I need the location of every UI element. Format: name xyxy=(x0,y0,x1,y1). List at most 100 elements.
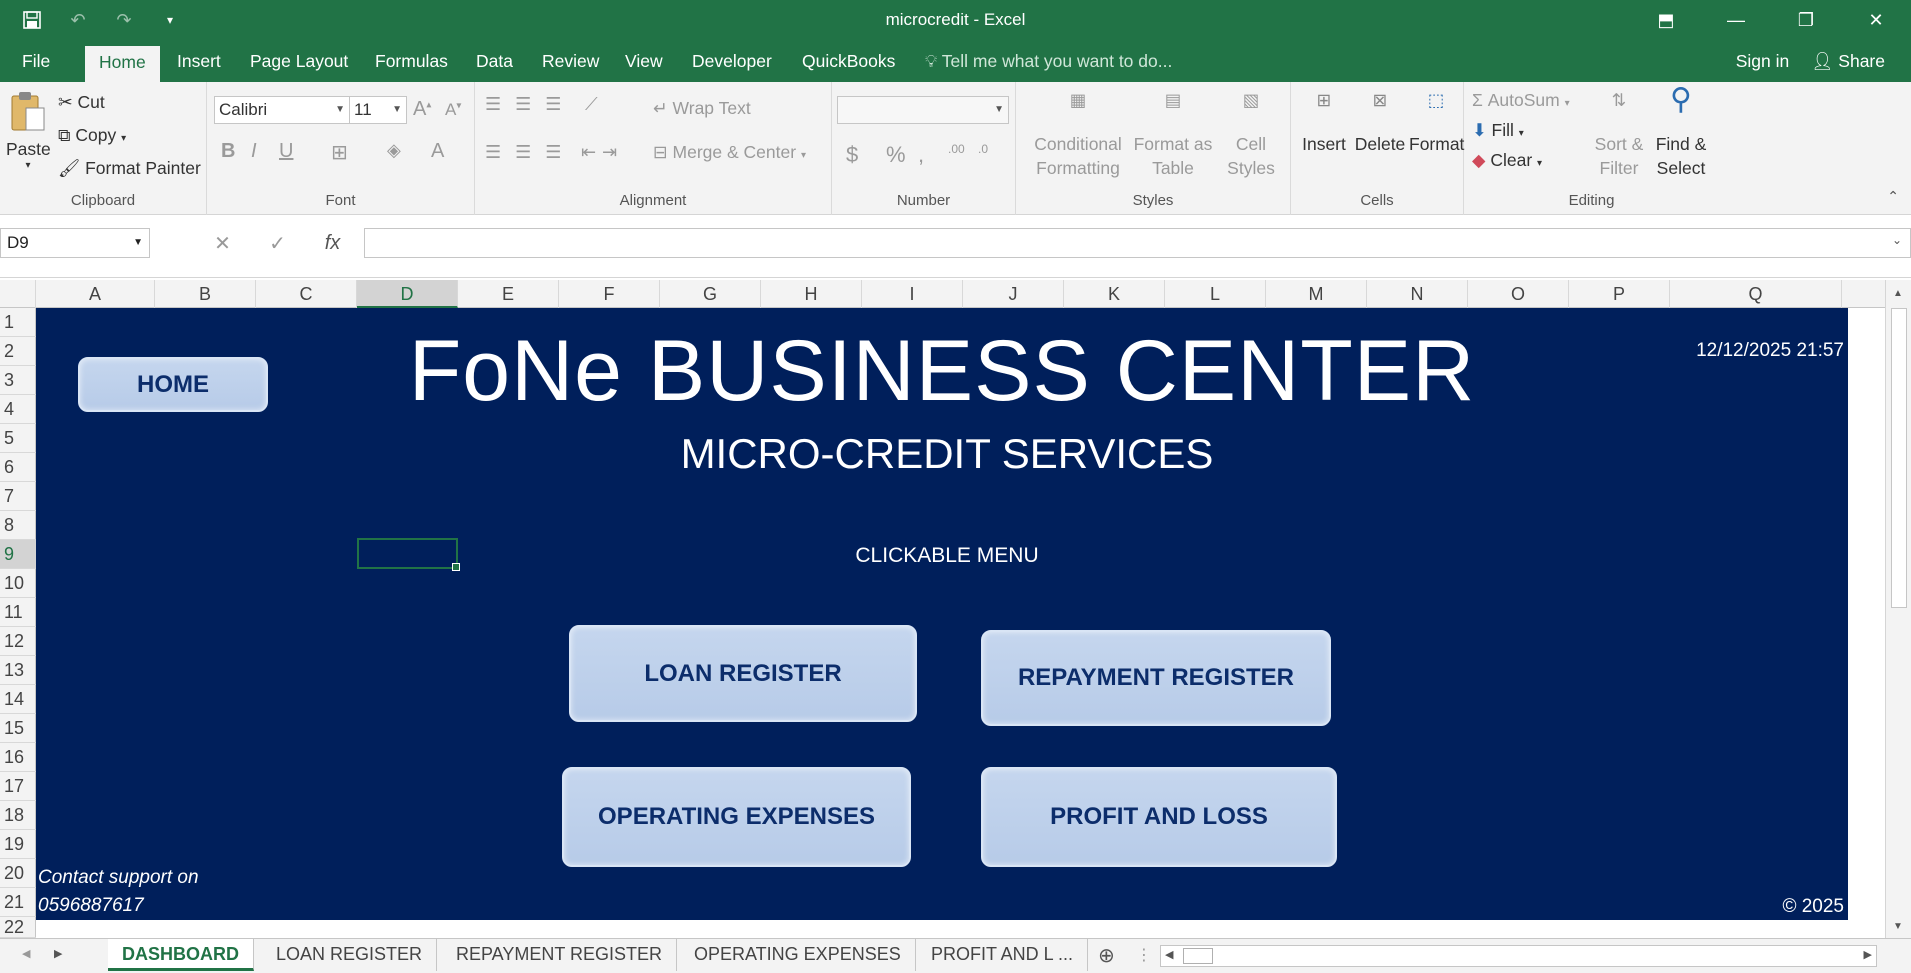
column-header[interactable]: A xyxy=(36,280,155,308)
share-button[interactable]: 👤︎ Share xyxy=(1811,41,1885,82)
fill-button[interactable]: ⬇ Fill ▾ xyxy=(1472,120,1524,141)
tab-scroll-right-icon[interactable]: ▶ xyxy=(54,947,62,960)
column-header[interactable]: H xyxy=(761,280,862,308)
minimize-icon[interactable]: — xyxy=(1701,0,1771,41)
home-button[interactable]: HOME xyxy=(78,357,268,412)
clear-button[interactable]: ◆ Clear ▾ xyxy=(1472,150,1542,171)
select-all-corner[interactable] xyxy=(0,280,36,308)
tab-developer[interactable]: Developer xyxy=(692,41,772,82)
vertical-scrollbar[interactable]: ▲ ▼ xyxy=(1885,280,1911,938)
column-header[interactable]: D xyxy=(357,280,458,308)
column-header[interactable]: F xyxy=(559,280,660,308)
horizontal-scrollbar[interactable]: ◀ ▶ xyxy=(1160,945,1877,967)
sheet-tab-loan-register[interactable]: LOAN REGISTER xyxy=(262,939,438,971)
sheet-tab-repayment-register[interactable]: REPAYMENT REGISTER xyxy=(442,939,678,971)
row-header[interactable]: 1 xyxy=(0,308,36,337)
percent-icon[interactable]: % xyxy=(886,142,906,168)
column-header[interactable]: E xyxy=(458,280,559,308)
restore-icon[interactable]: ❐ xyxy=(1771,0,1841,41)
row-header[interactable]: 16 xyxy=(0,743,36,772)
tab-insert[interactable]: Insert xyxy=(177,41,221,82)
expand-formula-icon[interactable]: ⌄ xyxy=(1892,233,1902,247)
enter-icon[interactable]: ✓ xyxy=(250,231,305,256)
paste-button[interactable]: Paste ▾ xyxy=(6,90,51,171)
increase-font-icon[interactable]: A▴ xyxy=(413,98,431,121)
cell-styles-button[interactable]: ▧ Cell Styles xyxy=(1220,88,1282,180)
row-header[interactable]: 7 xyxy=(0,482,36,511)
row-header[interactable]: 2 xyxy=(0,337,36,366)
italic-icon[interactable]: I xyxy=(251,140,257,163)
tab-quickbooks[interactable]: QuickBooks xyxy=(802,41,895,82)
borders-icon[interactable]: ⊞ xyxy=(331,140,348,165)
vertical-align-icons[interactable]: ☰☰☰ xyxy=(485,94,575,115)
tab-file[interactable]: File xyxy=(22,41,50,82)
row-header[interactable]: 6 xyxy=(0,453,36,482)
format-painter-button[interactable]: 🖌︎ Format Painter xyxy=(58,158,201,179)
underline-icon[interactable]: U xyxy=(279,140,293,163)
row-header[interactable]: 19 xyxy=(0,830,36,859)
sort-filter-button[interactable]: ⇅ Sort & Filter xyxy=(1594,88,1644,180)
horizontal-scroll-thumb[interactable] xyxy=(1183,948,1213,964)
conditional-formatting-button[interactable]: ▦ Conditional Formatting xyxy=(1028,88,1128,180)
row-header[interactable]: 10 xyxy=(0,569,36,598)
row-header[interactable]: 20 xyxy=(0,859,36,888)
tab-home[interactable]: Home xyxy=(85,46,160,82)
column-header[interactable]: I xyxy=(862,280,963,308)
tell-me-search[interactable]: 💡︎ Tell me what you want to do... xyxy=(925,41,1172,82)
column-header[interactable]: P xyxy=(1569,280,1670,308)
tab-page-layout[interactable]: Page Layout xyxy=(250,41,348,82)
collapse-ribbon-icon[interactable]: ⌃ xyxy=(1887,188,1899,205)
font-color-icon[interactable]: A xyxy=(431,140,444,163)
row-header[interactable]: 8 xyxy=(0,511,36,540)
tab-data[interactable]: Data xyxy=(476,41,513,82)
wrap-text-button[interactable]: ↵ Wrap Text xyxy=(653,98,751,119)
insert-cells-button[interactable]: ⊞ Insert xyxy=(1297,88,1351,156)
increase-decimal-icon[interactable]: .00 xyxy=(948,142,965,156)
column-header[interactable]: G xyxy=(660,280,761,308)
sheet-tab-operating-expenses[interactable]: OPERATING EXPENSES xyxy=(680,939,916,971)
close-icon[interactable]: ✕ xyxy=(1841,0,1911,41)
sheet-tab-profit-loss[interactable]: PROFIT AND L ... xyxy=(917,939,1089,971)
loan-register-button[interactable]: LOAN REGISTER xyxy=(569,625,917,722)
row-header[interactable]: 3 xyxy=(0,366,36,395)
scroll-left-icon[interactable]: ◀ xyxy=(1165,948,1173,961)
sign-in-link[interactable]: Sign in xyxy=(1736,41,1790,82)
currency-icon[interactable]: $ xyxy=(846,142,858,168)
indent-icons[interactable]: ⇤⇥ xyxy=(581,142,623,163)
vertical-scroll-thumb[interactable] xyxy=(1891,308,1907,608)
horizontal-align-icons[interactable]: ☰☰☰ xyxy=(485,142,575,163)
row-header[interactable]: 21 xyxy=(0,888,36,917)
scroll-down-icon[interactable]: ▼ xyxy=(1893,921,1903,932)
comma-icon[interactable]: , xyxy=(918,142,924,168)
column-header[interactable]: C xyxy=(256,280,357,308)
ribbon-display-options-icon[interactable]: ⬒ xyxy=(1631,0,1701,41)
column-header[interactable]: Q xyxy=(1670,280,1842,308)
cut-button[interactable]: ✂ Cut xyxy=(58,92,105,113)
autosum-button[interactable]: Σ AutoSum ▾ xyxy=(1472,90,1570,111)
insert-function-icon[interactable]: fx xyxy=(305,232,360,255)
tab-review[interactable]: Review xyxy=(542,41,599,82)
fill-color-icon[interactable]: ◈ xyxy=(387,140,401,161)
profit-loss-button[interactable]: PROFIT AND LOSS xyxy=(981,767,1337,867)
scroll-up-icon[interactable]: ▲ xyxy=(1893,288,1903,299)
font-name-select[interactable]: Calibri ▼ xyxy=(214,96,350,124)
operating-expenses-button[interactable]: OPERATING EXPENSES xyxy=(562,767,911,867)
add-sheet-icon[interactable]: ⊕ xyxy=(1098,943,1115,968)
decrease-font-icon[interactable]: A▾ xyxy=(445,100,461,120)
column-header[interactable]: L xyxy=(1165,280,1266,308)
column-header[interactable]: J xyxy=(963,280,1064,308)
merge-center-button[interactable]: ⊟ Merge & Center ▾ xyxy=(653,142,806,163)
tab-scroll-left-icon[interactable]: ◀ xyxy=(22,947,30,960)
repayment-register-button[interactable]: REPAYMENT REGISTER xyxy=(981,630,1331,726)
copy-button[interactable]: ⧉ Copy ▾ xyxy=(58,125,126,146)
number-format-select[interactable]: ▼ xyxy=(837,96,1009,124)
column-header[interactable]: O xyxy=(1468,280,1569,308)
format-cells-button[interactable]: ⬚ Format xyxy=(1409,88,1464,156)
find-select-button[interactable]: ⚲ Find & Select xyxy=(1650,85,1712,180)
decrease-decimal-icon[interactable]: .0 xyxy=(978,142,988,156)
tab-split-handle[interactable]: ⋮ xyxy=(1136,945,1152,965)
tab-view[interactable]: View xyxy=(625,41,663,82)
row-header[interactable]: 12 xyxy=(0,627,36,656)
sheet-tab-dashboard[interactable]: DASHBOARD xyxy=(108,939,254,971)
column-header[interactable]: N xyxy=(1367,280,1468,308)
